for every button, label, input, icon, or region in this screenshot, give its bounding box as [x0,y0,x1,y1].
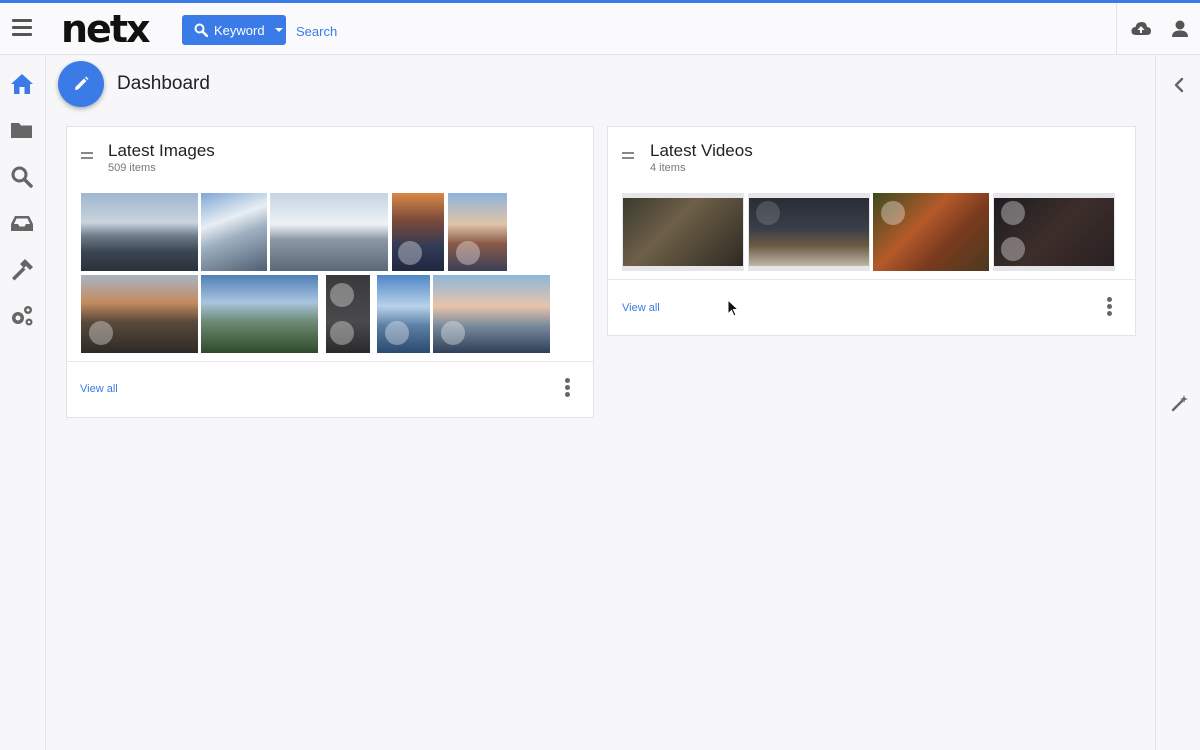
kebab-icon[interactable] [565,378,571,398]
drag-handle-icon[interactable] [81,152,93,160]
gears-icon[interactable] [9,303,35,329]
image-thumbnail[interactable] [201,193,267,271]
image-thumbnail[interactable] [377,275,430,353]
magic-wand-icon[interactable] [1171,394,1189,412]
page-title: Dashboard [117,73,210,94]
video-thumbnail[interactable] [993,193,1115,271]
check-icon[interactable] [1001,201,1025,225]
image-thumbnail[interactable] [81,193,198,271]
video-thumbnail[interactable] [748,193,870,271]
caret-down-icon [274,28,283,32]
latest-videos-card: Latest Videos 4 items View all [607,126,1136,336]
keyword-dropdown-button[interactable]: Keyword [182,15,286,45]
download-icon[interactable] [1001,237,1025,261]
check-icon[interactable] [330,283,354,307]
card-divider [67,361,593,362]
latest-images-card: Latest Images 509 items View all [66,126,594,418]
mouse-cursor-icon [727,299,739,317]
header-divider [1116,3,1117,55]
image-thumbnail[interactable] [392,193,444,271]
download-icon[interactable] [398,241,422,265]
download-icon[interactable] [385,321,409,345]
card-title: Latest Videos [650,141,753,160]
inbox-icon[interactable] [9,210,35,236]
image-thumbnail[interactable] [270,193,388,271]
image-thumbnail[interactable] [448,193,507,271]
image-thumbnail[interactable] [201,275,318,353]
view-all-videos-link[interactable]: View all [622,302,660,314]
chevron-left-icon[interactable] [1172,76,1186,94]
card-title: Latest Images [108,141,215,160]
download-icon[interactable] [456,241,480,265]
download-icon[interactable] [441,321,465,345]
video-thumbnail[interactable] [873,193,989,271]
kebab-icon[interactable] [1107,297,1113,317]
card-divider [608,279,1135,280]
image-thumbnail[interactable] [81,275,198,353]
pencil-icon [75,76,89,90]
home-icon[interactable] [9,71,35,97]
user-icon[interactable] [1170,18,1190,40]
left-nav [0,56,46,750]
folder-icon[interactable] [9,117,35,143]
download-icon[interactable] [330,321,354,345]
item-count: 4 items [650,162,686,174]
image-thumbnail[interactable] [433,275,550,353]
right-rail [1155,56,1200,750]
item-count: 509 items [108,162,156,174]
view-all-images-link[interactable]: View all [80,383,118,395]
check-icon[interactable] [756,201,780,225]
hammer-icon[interactable] [9,257,35,283]
drag-handle-icon[interactable] [622,152,634,160]
check-icon[interactable] [881,201,905,225]
image-thumbnail[interactable] [326,275,370,353]
upload-icon[interactable] [1130,18,1152,40]
app-header: netx Keyword [0,3,1200,55]
hamburger-icon[interactable] [12,19,32,37]
video-thumbnail[interactable] [622,193,744,271]
edit-dashboard-button[interactable] [58,61,104,107]
download-icon[interactable] [89,321,113,345]
search-icon [194,23,208,37]
search-input[interactable] [296,17,596,45]
keyword-label: Keyword [214,22,265,38]
logo[interactable]: netx [61,7,151,51]
search-icon[interactable] [9,164,35,190]
